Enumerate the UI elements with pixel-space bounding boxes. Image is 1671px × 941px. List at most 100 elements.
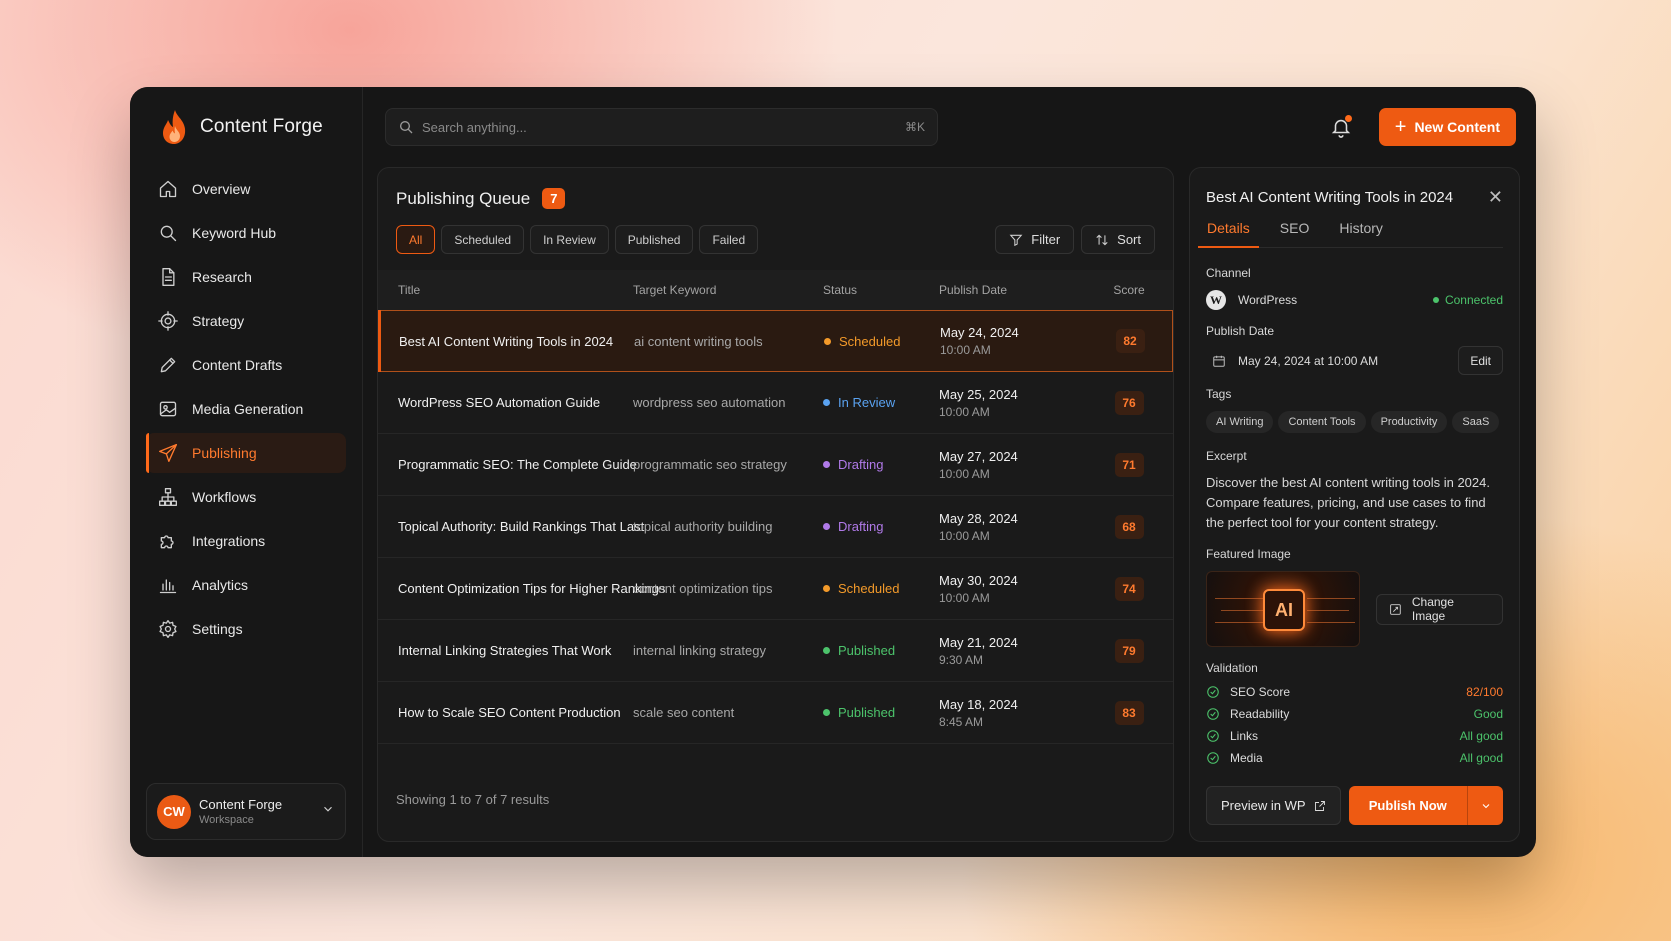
row-status: Drafting [823,457,939,472]
featured-image-label: Featured Image [1206,547,1291,561]
column-header-title[interactable]: Title [378,283,633,297]
table-row[interactable]: Programmatic SEO: The Complete Guide prog… [378,434,1173,496]
sidebar-item-publishing[interactable]: Publishing [146,433,346,473]
status-text: Published [838,705,896,720]
validation-label: Validation [1206,661,1258,675]
channel-row: W WordPress Connected [1206,290,1503,310]
tab-scheduled[interactable]: Scheduled [441,225,525,254]
notifications-button[interactable] [1327,113,1355,141]
check-circle-icon [1207,708,1219,720]
sidebar-item-research[interactable]: Research [146,257,346,297]
publish-date: May 18, 2024 [939,696,1018,712]
publish-date-row: May 24, 2024 at 10:00 AM Edit [1206,346,1503,375]
status-dot [823,585,830,592]
validation-item: Readability Good [1206,703,1503,725]
search-input[interactable]: Search anything... ⌘K [385,108,938,146]
change-image-button[interactable]: Change Image [1375,593,1503,625]
page-title: Publishing Queue [396,188,531,208]
featured-image: AI [1206,571,1360,647]
sidebar-item-label: Publishing [192,445,257,461]
new-content-button[interactable]: + New Content [1378,108,1516,146]
filter-label: Filter [1031,232,1061,247]
row-date: May 28, 2024 10:00 AM [939,511,1089,543]
sidebar-item-overview[interactable]: Overview [146,169,346,209]
validation-value: 82/100 [1466,685,1503,699]
table-row[interactable]: Content Optimization Tips for Higher Ran… [378,558,1173,620]
validation-name: Readability [1230,707,1290,721]
preview-label: Preview in WP [1221,798,1306,813]
search-shortcut: ⌘K [904,120,925,134]
row-keyword: scale seo content [633,705,735,720]
sidebar-item-media-generation[interactable]: Media Generation [146,389,346,429]
check-circle-icon [1207,752,1219,764]
channel-status: Connected [1444,293,1503,307]
tag[interactable]: Productivity [1370,411,1448,433]
score-badge: 68 [1114,514,1144,539]
close-icon[interactable]: ✕ [1488,188,1503,206]
tab-published[interactable]: Published [614,225,694,254]
tab-failed[interactable]: Failed [699,225,759,254]
pencil-icon [158,355,178,375]
status-dot [823,709,830,716]
tag[interactable]: AI Writing [1206,411,1274,433]
status-badge: Connected [1432,293,1503,307]
validation-value: Good [1473,707,1503,721]
target-icon [158,311,178,331]
image-icon [158,399,178,419]
column-header-status[interactable]: Status [823,283,939,297]
publish-date: May 30, 2024 [939,572,1018,588]
table-row[interactable]: Internal Linking Strategies That Work int… [378,620,1173,682]
external-link-icon [1314,800,1325,811]
row-score: 83 [1089,700,1169,725]
column-header-keyword[interactable]: Target Keyword [633,283,823,297]
brand[interactable]: Content Forge [130,87,362,167]
edit-date-button[interactable]: Edit [1458,346,1503,375]
table-row[interactable]: Best AI Content Writing Tools in 2024 ai … [378,310,1173,372]
tag[interactable]: Content Tools [1278,411,1366,433]
sort-label: Sort [1117,232,1141,247]
sidebar-item-label: Integrations [192,533,266,549]
tag[interactable]: SaaS [1452,411,1500,433]
table-row[interactable]: Topical Authority: Build Rankings That L… [378,496,1173,558]
row-title: How to Scale SEO Content Production [398,705,621,720]
edit-image-icon [1390,603,1401,615]
sidebar-item-strategy[interactable]: Strategy [146,301,346,341]
tab-history[interactable]: History [1330,220,1392,247]
status-text: Drafting [838,519,884,534]
sidebar-item-analytics[interactable]: Analytics [146,565,346,605]
preview-in-wp-button[interactable]: Preview in WP [1206,786,1341,825]
sort-button[interactable]: Sort [1081,225,1155,254]
publish-options-button[interactable] [1467,786,1503,825]
table-row[interactable]: How to Scale SEO Content Production scale… [378,682,1173,744]
column-header-date[interactable]: Publish Date [939,283,1089,297]
tab-in-review[interactable]: In Review [530,225,609,254]
publish-time: 10:00 AM [939,466,990,481]
table-row[interactable]: WordPress SEO Automation Guide wordpress … [378,372,1173,434]
filter-button[interactable]: Filter [995,225,1075,254]
score-badge: 83 [1114,700,1144,725]
sidebar-item-workflows[interactable]: Workflows [146,477,346,517]
tab-seo[interactable]: SEO [1271,220,1319,247]
row-date: May 24, 2024 10:00 AM [940,325,1090,357]
row-keyword: content optimization tips [633,581,773,596]
pagination-summary: Showing 1 to 7 of 7 results [396,792,550,807]
row-title: Best AI Content Writing Tools in 2024 [399,333,614,349]
publish-date: May 27, 2024 [939,448,1018,464]
tag-list: AI Writing Content Tools Productivity Sa… [1206,411,1503,433]
workspace-name: Content Forge [199,797,283,812]
tab-all[interactable]: All [396,225,436,254]
queue-table: Title Target Keyword Status Publish Date… [378,270,1173,744]
workspace-switcher[interactable]: CW Content Forge Workspace [146,783,346,840]
tags-label: Tags [1206,387,1232,401]
sidebar-item-settings[interactable]: Settings [146,609,346,649]
publish-now-button[interactable]: Publish Now [1349,786,1467,825]
excerpt-label: Excerpt [1206,449,1247,463]
sidebar-item-keyword-hub[interactable]: Keyword Hub [146,213,346,253]
tab-details[interactable]: Details [1198,220,1259,248]
sidebar-item-content-drafts[interactable]: Content Drafts [146,345,346,385]
sidebar-item-label: Keyword Hub [192,225,277,241]
sidebar-item-integrations[interactable]: Integrations [146,521,346,561]
column-header-score[interactable]: Score [1089,283,1169,297]
validation-value: All good [1459,729,1503,743]
status-text: Published [838,643,896,658]
